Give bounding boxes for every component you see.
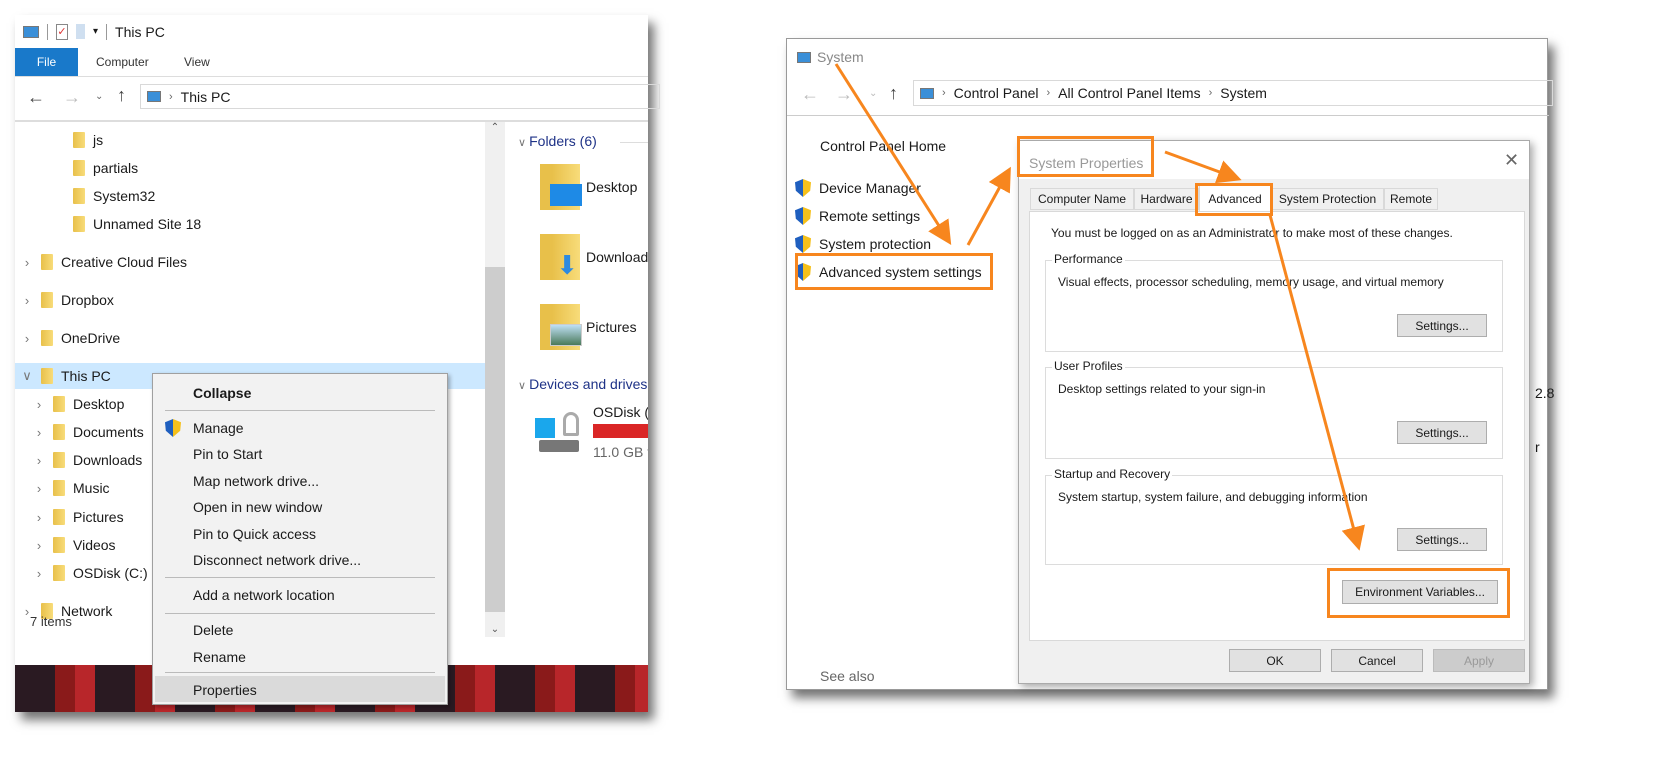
- arrow-link-to-dialog: [966, 166, 1011, 246]
- arrow-title-to-advanced-link: [834, 63, 952, 246]
- arrow-dialog-to-tab: [1164, 150, 1242, 184]
- arrow-tab-to-env-button: [1268, 214, 1365, 551]
- annotation-arrows: [834, 63, 1365, 551]
